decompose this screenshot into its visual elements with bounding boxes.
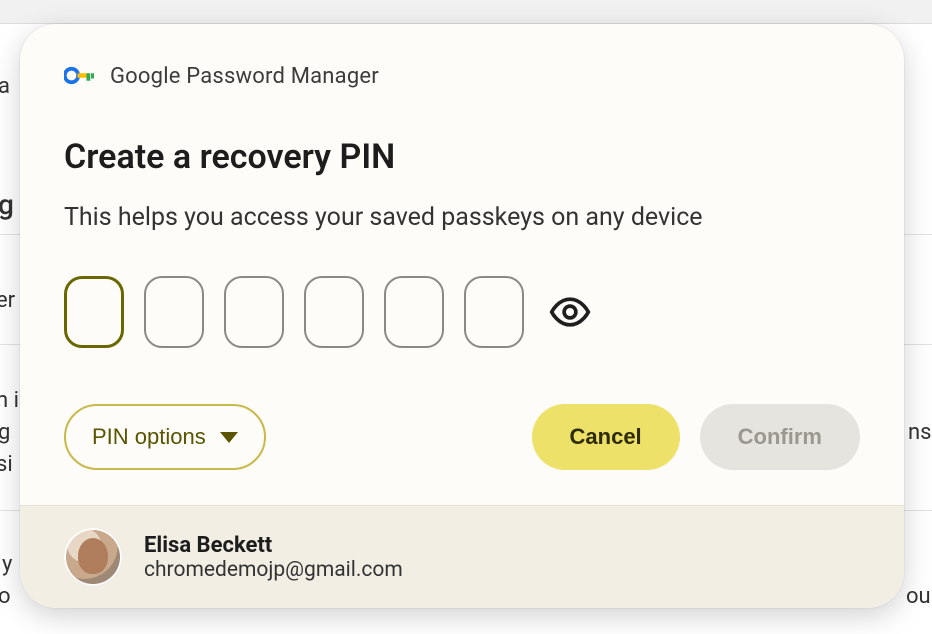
- pin-digit-6[interactable]: [464, 276, 524, 348]
- user-name: Elisa Beckett: [144, 533, 403, 558]
- pin-options-label: PIN options: [92, 424, 206, 450]
- bg-fragment: o: [0, 584, 11, 609]
- product-header: Google Password Manager: [64, 64, 860, 89]
- pin-digit-5[interactable]: [384, 276, 444, 348]
- toggle-visibility-button[interactable]: [544, 286, 596, 338]
- eye-icon: [548, 290, 592, 334]
- user-avatar: [64, 528, 122, 586]
- user-info: Elisa Beckett chromedemojp@gmail.com: [144, 533, 403, 582]
- bg-fragment: si: [0, 452, 13, 477]
- bg-fragment: g: [0, 188, 14, 221]
- pin-options-button[interactable]: PIN options: [64, 404, 266, 470]
- account-footer: Elisa Beckett chromedemojp@gmail.com: [20, 505, 904, 608]
- dialog-actions: PIN options Cancel Confirm: [64, 404, 860, 470]
- dialog-right-actions: Cancel Confirm: [532, 404, 860, 470]
- bg-fragment: g: [0, 420, 10, 445]
- user-email: chromedemojp@gmail.com: [144, 558, 403, 582]
- dialog-subtitle: This helps you access your saved passkey…: [64, 203, 860, 232]
- confirm-button[interactable]: Confirm: [700, 404, 860, 470]
- bg-fragment: er: [0, 288, 15, 313]
- bg-fragment: ou: [906, 584, 931, 609]
- window-titlebar: [0, 0, 932, 24]
- pin-digit-2[interactable]: [144, 276, 204, 348]
- cancel-button[interactable]: Cancel: [532, 404, 680, 470]
- chevron-down-icon: [220, 432, 238, 443]
- dialog-body: Google Password Manager Create a recover…: [20, 24, 904, 505]
- bg-fragment: n i: [0, 388, 19, 413]
- dialog-title: Create a recovery PIN: [64, 137, 860, 177]
- pin-digit-4[interactable]: [304, 276, 364, 348]
- bg-fragment: ns: [908, 420, 932, 445]
- pin-digit-3[interactable]: [224, 276, 284, 348]
- pin-digit-1[interactable]: [64, 276, 124, 348]
- recovery-pin-dialog: Google Password Manager Create a recover…: [20, 24, 904, 608]
- bg-fragment: y: [2, 552, 12, 577]
- bg-fragment: a: [0, 74, 10, 99]
- google-password-manager-icon: [64, 65, 94, 89]
- pin-input-row: [64, 276, 860, 348]
- product-label: Google Password Manager: [110, 64, 379, 89]
